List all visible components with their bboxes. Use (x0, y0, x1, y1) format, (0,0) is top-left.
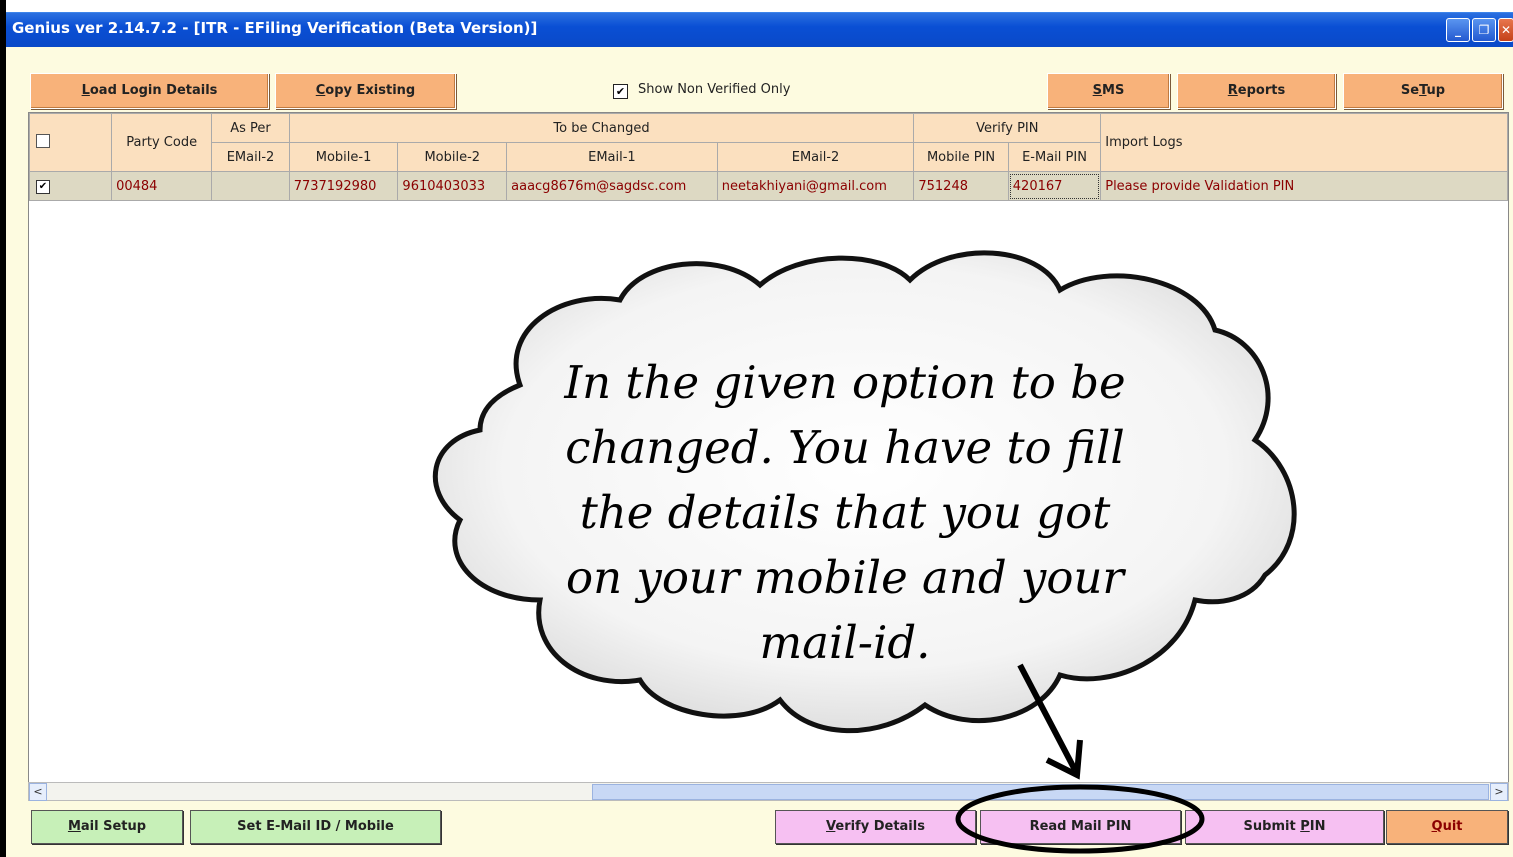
set-email-mobile-button[interactable]: Set E-Mail ID / Mobile (190, 810, 441, 844)
cell-email1[interactable]: aaacg8676m@sagdsc.com (506, 171, 718, 201)
cell-email2[interactable]: neetakhiyani@gmail.com (716, 171, 915, 201)
show-non-verified-label: Show Non Verified Only (638, 82, 791, 97)
load-login-details-button[interactable]: Load Login Details (30, 73, 269, 109)
setup-label-pre: Se (1400, 83, 1420, 98)
minimize-icon[interactable]: _ (1446, 18, 1470, 42)
close-icon[interactable]: ✕ (1498, 18, 1513, 42)
header-mobile2: Mobile-2 (397, 142, 508, 172)
header-to-be-changed: To be Changed (288, 113, 915, 143)
quit-button[interactable]: Quit (1386, 810, 1508, 844)
sms-button[interactable]: SMS (1047, 73, 1170, 109)
header-as-per: As Per (211, 113, 290, 143)
setup-hotkey: T (1419, 83, 1427, 98)
header-mobile1: Mobile-1 (288, 142, 399, 172)
sms-label: MS (1102, 83, 1125, 98)
header-import-logs: Import Logs (1100, 113, 1508, 172)
copy-existing-label: opy Existing (325, 83, 416, 98)
reports-label: eports (1237, 83, 1286, 98)
verification-table: Party Code As Per To be Changed Verify P… (28, 113, 1508, 201)
callout-line-2: changed. You have to fill (565, 421, 1125, 474)
mail-setup-button[interactable]: Mail Setup (31, 810, 183, 844)
row-checkbox-cell[interactable]: ✔ (28, 171, 113, 201)
cell-mobile1[interactable]: 7737192980 (288, 171, 399, 201)
copy-existing-button[interactable]: Copy Existing (275, 73, 456, 109)
submit-pin-hotkey: P (1300, 819, 1310, 834)
cell-email-pin[interactable]: 420167 (1007, 171, 1102, 201)
setup-button[interactable]: SeTup (1343, 73, 1503, 109)
horizontal-scrollbar[interactable]: < > (28, 782, 1509, 801)
quit-hotkey: Q (1431, 819, 1443, 834)
header-email1: EMail-1 (506, 142, 718, 172)
restore-icon[interactable]: ❐ (1472, 18, 1496, 42)
callout-text: In the given option to be changed. You h… (560, 350, 1130, 675)
scroll-left-icon[interactable]: < (29, 783, 47, 801)
copy-existing-hotkey: C (315, 83, 326, 98)
header-mobile-pin: Mobile PIN (913, 142, 1009, 172)
mail-setup-hotkey: M (67, 819, 81, 834)
load-login-label: oad Login Details (89, 83, 218, 98)
top-strip (6, 0, 1513, 12)
mail-setup-label: ail Setup (80, 819, 147, 834)
title-bar: Genius ver 2.14.7.2 - [ITR - EFiling Ver… (6, 12, 1513, 47)
reports-hotkey: R (1227, 83, 1238, 98)
header-as-per-email2: EMail-2 (211, 142, 290, 172)
cell-mobile-pin[interactable]: 751248 (913, 171, 1009, 201)
header-email2: EMail-2 (716, 142, 915, 172)
submit-pin-pre: Submit (1243, 819, 1301, 834)
table-row[interactable]: ✔ 00484 7737192980 9610403033 aaacg8676m… (28, 171, 1508, 201)
callout-line-3: the details that you got (579, 486, 1111, 539)
scroll-right-icon[interactable]: > (1490, 783, 1508, 801)
verify-details-label: erify Details (835, 819, 925, 834)
select-all-checkbox[interactable] (36, 133, 50, 148)
load-login-hotkey: L (81, 83, 90, 98)
header-party-code: Party Code (111, 113, 213, 172)
sms-hotkey: S (1092, 83, 1103, 98)
header-email-pin: E-Mail PIN (1007, 142, 1102, 172)
header-select-all[interactable] (28, 113, 113, 172)
row-checkbox[interactable]: ✔ (36, 180, 50, 194)
read-mail-pin-button[interactable]: Read Mail PIN (980, 810, 1181, 844)
window-title: Genius ver 2.14.7.2 - [ITR - EFiling Ver… (12, 19, 538, 37)
cell-as-per-email2[interactable] (211, 171, 290, 201)
callout-line-1: In the given option to be (564, 356, 1126, 409)
submit-pin-button[interactable]: Submit PIN (1185, 810, 1384, 844)
show-non-verified-checkbox[interactable]: ✔ (613, 84, 628, 99)
quit-label: uit (1442, 819, 1463, 834)
cell-mobile2[interactable]: 9610403033 (397, 171, 508, 201)
cell-party-code[interactable]: 00484 (111, 171, 213, 201)
cell-import-log[interactable]: Please provide Validation PIN (1100, 171, 1508, 201)
verify-details-hotkey: V (826, 819, 836, 834)
verify-details-button[interactable]: Verify Details (775, 810, 976, 844)
callout-line-5: mail-id. (759, 616, 931, 669)
reports-button[interactable]: Reports (1177, 73, 1336, 109)
submit-pin-label: IN (1309, 819, 1326, 834)
scrollbar-thumb[interactable] (592, 784, 1489, 800)
header-verify-pin: Verify PIN (913, 113, 1102, 143)
callout-line-4: on your mobile and your (566, 551, 1124, 604)
setup-label: up (1426, 83, 1446, 98)
